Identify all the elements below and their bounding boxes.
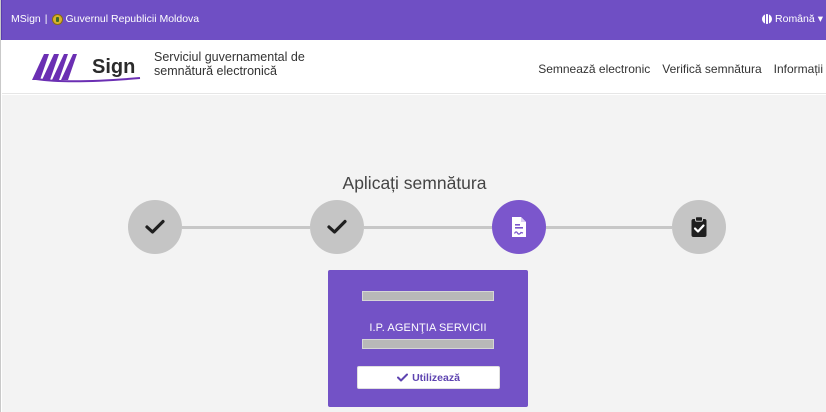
government-link[interactable]: Guvernul Republicii Moldova	[66, 13, 200, 25]
check-icon	[145, 219, 165, 234]
step-2-done	[310, 200, 364, 254]
app-name[interactable]: MSign	[11, 13, 41, 25]
tagline-line-2: semnătură electronică	[154, 64, 277, 78]
logo-text: Sign	[92, 56, 135, 78]
site-tagline: Serviciul guvernamental de semnătură ele…	[154, 50, 305, 78]
tagline-line-1: Serviciul guvernamental de	[154, 50, 305, 64]
step-connector	[182, 226, 310, 229]
main-content: Aplicați semnătura I.P. AGENŢIA SERVICII…	[2, 95, 826, 412]
language-label: Română	[775, 13, 815, 25]
language-selector[interactable]: Română ▾	[762, 13, 823, 25]
separator: |	[44, 13, 48, 25]
step-4-pending	[672, 200, 726, 254]
main-nav: Semnează electronic Verifică semnătura I…	[538, 62, 823, 76]
step-connector	[546, 226, 672, 229]
step-connector	[364, 226, 492, 229]
redacted-field	[362, 339, 494, 349]
signed-document-icon	[512, 217, 526, 237]
use-button-label: Utilizează	[412, 371, 460, 384]
coat-of-arms-icon	[51, 13, 63, 25]
top-bar-left: MSign | Guvernul Republicii Moldova	[11, 13, 199, 25]
redacted-field	[362, 291, 494, 301]
site-header: Sign Serviciul guvernamental de semnătur…	[2, 40, 826, 94]
certificate-card[interactable]: I.P. AGENŢIA SERVICII Utilizează	[328, 270, 528, 407]
msign-logo[interactable]: Sign	[30, 46, 150, 86]
check-icon	[397, 373, 409, 382]
certificate-organization: I.P. AGENŢIA SERVICII	[369, 322, 487, 334]
use-certificate-button[interactable]: Utilizează	[357, 366, 500, 389]
browser-frame: MSign | Guvernul Republicii Moldova Româ…	[0, 0, 826, 412]
nav-verify-signature[interactable]: Verifică semnătura	[662, 62, 761, 76]
step-1-done	[128, 200, 182, 254]
check-icon	[327, 219, 347, 234]
chevron-down-icon: ▾	[817, 13, 823, 25]
globe-icon	[762, 14, 773, 24]
top-bar: MSign | Guvernul Republicii Moldova Româ…	[1, 0, 826, 40]
step-3-active	[492, 200, 546, 254]
clipboard-check-icon	[691, 216, 707, 237]
nav-sign-electronically[interactable]: Semnează electronic	[538, 62, 650, 76]
nav-information[interactable]: Informații	[774, 62, 823, 76]
